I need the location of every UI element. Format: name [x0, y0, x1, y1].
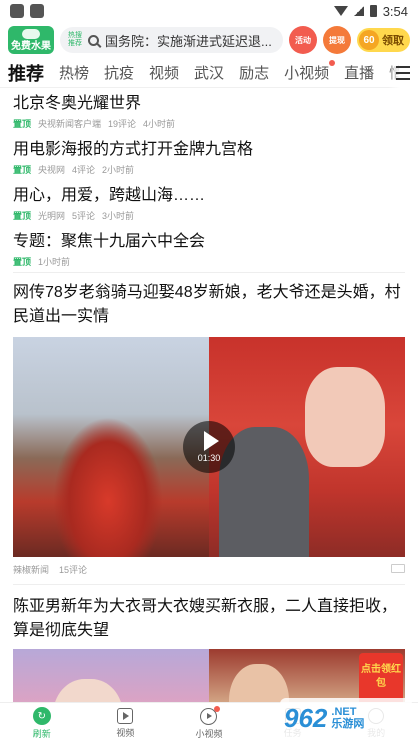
news-title: 专题：聚焦十九届六中全会	[13, 233, 206, 250]
video-frame-left	[13, 337, 209, 557]
news-item[interactable]: 用电影海报的方式打开金牌九宫格 置顶 央视网 4评论 2小时前	[0, 134, 418, 180]
video-icon	[117, 708, 134, 724]
watermark-name: 乐游网	[331, 718, 365, 730]
tab-small-video-label: 小视频	[284, 65, 330, 82]
refresh-icon: ↻	[32, 707, 51, 725]
site-watermark: 962 .NET 乐游网	[280, 698, 412, 738]
news-comments: 5评论	[72, 211, 96, 221]
news-comments: 4评论	[72, 165, 96, 175]
article-title: 陈亚男新年为大衣哥大衣嫂买新衣服，二人直接拒收，算是彻底失望	[13, 598, 398, 639]
news-time: 3小时前	[102, 211, 135, 221]
nav-label: 刷新	[32, 729, 51, 739]
news-time: 1小时前	[38, 257, 71, 267]
tab-wuhan[interactable]: 武汉	[194, 62, 224, 83]
coin-icon: 60	[359, 30, 379, 50]
badge-dot-icon	[214, 705, 221, 712]
news-meta: 置顶 央视新闻客户端 19评论 4小时前	[13, 117, 405, 130]
claim-label: 领取	[382, 35, 404, 47]
hot-search-tag: 热搜推荐	[68, 32, 82, 47]
video-thumbnail[interactable]: 01:30	[13, 337, 405, 557]
news-item[interactable]: 北京冬奥光耀世界 置顶 央视新闻客户端 19评论 4小时前	[0, 88, 418, 134]
article-comments: 15评论	[59, 565, 88, 575]
watermark-number: 962	[284, 702, 328, 733]
article-title: 网传78岁老翁骑马迎娶48岁新娘，老大爷还是头婚，村民道出一实情	[13, 284, 401, 325]
video-duration: 01:30	[197, 453, 221, 463]
status-time: 3:54	[382, 3, 408, 19]
pinned-tag: 置顶	[13, 165, 32, 175]
nav-refresh[interactable]: ↻ 刷新	[0, 703, 84, 744]
small-video-icon	[200, 705, 221, 725]
video-article[interactable]: 网传78岁老翁骑马迎娶48岁新娘，老大爷还是头婚，村民道出一实情 01:30 辣…	[0, 273, 418, 584]
tab-recommend[interactable]: 推荐	[8, 60, 44, 86]
status-bar: 3:54	[0, 0, 418, 22]
status-right: 3:54	[333, 3, 408, 19]
nav-small-video[interactable]: 小视频	[167, 703, 251, 744]
tab-epidemic[interactable]: 抗疫	[104, 62, 134, 83]
nav-label: 小视频	[195, 728, 223, 739]
search-icon	[88, 34, 99, 46]
withdraw-button[interactable]: 提现	[323, 26, 351, 54]
article-source: 辣椒新闻	[13, 565, 50, 575]
news-comments: 19评论	[108, 119, 137, 129]
menu-icon[interactable]	[388, 58, 418, 88]
pinned-tag: 置顶	[13, 211, 32, 221]
news-time: 4小时前	[143, 119, 176, 129]
pinned-tag: 置顶	[13, 119, 32, 129]
tab-live[interactable]: 直播	[344, 62, 374, 83]
play-icon	[203, 431, 219, 451]
news-title: 用心，用爱，跨越山海……	[13, 187, 206, 204]
news-source: 光明网	[38, 211, 66, 221]
article-meta: 辣椒新闻 15评论	[13, 557, 405, 584]
news-meta: 置顶 光明网 5评论 3小时前	[13, 209, 405, 222]
nav-label: 视频	[116, 728, 135, 738]
signal-icon	[353, 6, 364, 16]
search-bar[interactable]: 热搜推荐 国务院：实施渐进式延迟退...	[60, 27, 283, 53]
news-time: 2小时前	[102, 165, 135, 175]
wifi-icon	[333, 6, 348, 16]
search-hint: 国务院：实施渐进式延迟退...	[105, 33, 272, 49]
news-meta: 置顶 央视网 4评论 2小时前	[13, 163, 405, 176]
top-bar: 免费水果 热搜推荐 国务院：实施渐进式延迟退... 活动 提现 60 领取	[0, 22, 418, 58]
activity-button[interactable]: 活动	[289, 26, 317, 54]
news-item[interactable]: 专题：聚焦十九届六中全会 置顶 1小时前	[0, 226, 418, 272]
notification-icon	[30, 4, 44, 18]
new-dot-icon	[329, 60, 336, 66]
video-frame-right	[209, 337, 405, 557]
category-tabs: 推荐 热榜 抗疫 视频 武汉 励志 小视频 直播 情感	[0, 58, 418, 88]
tab-small-video[interactable]: 小视频	[284, 60, 336, 83]
nav-video[interactable]: 视频	[84, 703, 168, 744]
play-button[interactable]: 01:30	[183, 421, 235, 473]
coin-claim-button[interactable]: 60 领取	[357, 28, 410, 52]
news-title: 北京冬奥光耀世界	[13, 95, 142, 112]
watermark-domain: .NET	[331, 706, 357, 718]
notification-icon	[10, 4, 24, 18]
news-meta: 置顶 1小时前	[13, 255, 405, 268]
more-options-icon[interactable]	[391, 564, 405, 573]
tab-hot[interactable]: 热榜	[59, 62, 89, 83]
status-left-icons	[10, 4, 44, 18]
tab-inspire[interactable]: 励志	[239, 62, 269, 83]
battery-icon	[369, 5, 377, 17]
pinned-tag: 置顶	[13, 257, 32, 267]
news-source: 央视网	[38, 165, 66, 175]
news-title: 用电影海报的方式打开金牌九宫格	[13, 141, 254, 158]
news-item[interactable]: 用心，用爱，跨越山海…… 置顶 光明网 5评论 3小时前	[0, 180, 418, 226]
tab-video[interactable]: 视频	[149, 62, 179, 83]
news-source: 央视新闻客户端	[38, 119, 102, 129]
app-logo[interactable]: 免费水果	[8, 26, 54, 54]
